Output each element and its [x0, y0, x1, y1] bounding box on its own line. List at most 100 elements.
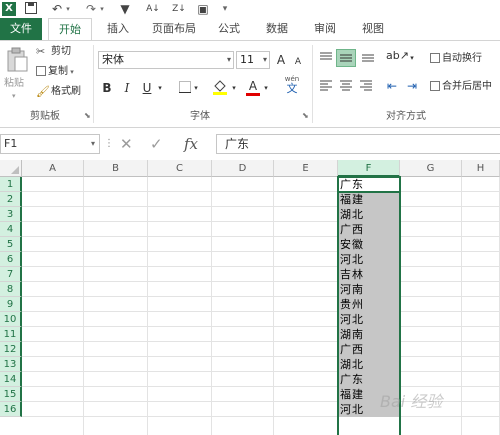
gridline-horizontal: [22, 191, 500, 192]
borders-button[interactable]: [178, 81, 192, 96]
align-top-icon[interactable]: [318, 51, 334, 66]
align-bottom-icon[interactable]: [360, 51, 376, 66]
increase-indent-icon[interactable]: ⇥: [404, 79, 420, 93]
wrap-text-button[interactable]: 自动换行: [430, 52, 482, 66]
ribbon-tabs: 文件 开始 插入 页面布局 公式 数据 审阅 视图: [0, 18, 500, 40]
borders-dropdown-icon[interactable]: ▾: [192, 81, 200, 95]
form-icon[interactable]: ▣: [196, 2, 210, 16]
row-header-9[interactable]: 9: [0, 297, 22, 312]
gridline-horizontal: [22, 386, 500, 387]
align-left-icon[interactable]: [318, 79, 334, 94]
row-header-5[interactable]: 5: [0, 237, 22, 252]
formula-input[interactable]: 广东: [216, 134, 500, 154]
row-header-7[interactable]: 7: [0, 267, 22, 282]
copy-label: 复制: [48, 66, 68, 77]
select-all-button[interactable]: [0, 160, 22, 177]
orientation-dropdown-icon[interactable]: ▾: [408, 51, 416, 65]
gridline-horizontal: [22, 221, 500, 222]
tab-formulas[interactable]: 公式: [208, 18, 250, 40]
orientation-icon[interactable]: ab↗: [386, 49, 409, 63]
phonetic-button[interactable]: wén 文: [280, 75, 304, 95]
column-header-h[interactable]: H: [462, 160, 500, 177]
font-color-button[interactable]: A: [246, 79, 260, 96]
gridline-vertical: [461, 177, 462, 435]
row-header-2[interactable]: 2: [0, 192, 22, 207]
excel-logo-icon: X: [2, 2, 16, 16]
fill-color-dropdown-icon[interactable]: ▾: [230, 81, 238, 95]
bold-button[interactable]: B: [100, 81, 114, 95]
tab-insert[interactable]: 插入: [98, 18, 138, 40]
underline-dropdown-icon[interactable]: ▾: [156, 81, 164, 95]
tab-data[interactable]: 数据: [256, 18, 298, 40]
column-header-f[interactable]: F: [338, 160, 400, 177]
row-header-15[interactable]: 15: [0, 387, 22, 402]
font-color-dropdown-icon[interactable]: ▾: [262, 81, 270, 95]
align-right-icon[interactable]: [358, 79, 374, 94]
clipboard-launcher-icon[interactable]: ⬊: [84, 111, 91, 120]
underline-button[interactable]: U: [140, 81, 154, 95]
tab-page-layout[interactable]: 页面布局: [144, 18, 204, 40]
gridline-horizontal: [22, 416, 500, 417]
chevron-down-icon: ▾: [226, 55, 231, 64]
column-header-c[interactable]: C: [148, 160, 212, 177]
filter-icon[interactable]: ▼: [118, 2, 132, 16]
tab-file[interactable]: 文件: [0, 18, 42, 40]
row-header-10[interactable]: 10: [0, 312, 22, 327]
enter-icon[interactable]: ✓: [150, 136, 163, 152]
row-header-13[interactable]: 13: [0, 357, 22, 372]
row-header-16[interactable]: 16: [0, 402, 22, 417]
row-header-4[interactable]: 4: [0, 222, 22, 237]
row-header-12[interactable]: 12: [0, 342, 22, 357]
quick-access-toolbar: X ↶ ▾ ↷ ▾ ▼ A↓ Z↓ ▣ ▾: [0, 0, 500, 18]
fill-color-button[interactable]: [212, 79, 228, 98]
more-dots-icon[interactable]: ⋮: [104, 136, 114, 152]
merge-cells-icon: [430, 81, 440, 91]
insert-function-icon[interactable]: fx: [184, 136, 198, 152]
undo-icon[interactable]: ↶: [50, 2, 64, 16]
font-launcher-icon[interactable]: ⬊: [302, 111, 309, 120]
align-center-icon[interactable]: [338, 79, 354, 94]
column-header-g[interactable]: G: [400, 160, 462, 177]
decrease-indent-icon[interactable]: ⇤: [384, 79, 400, 93]
column-header-a[interactable]: A: [22, 160, 84, 177]
grow-font-button[interactable]: A: [274, 53, 288, 67]
copy-button[interactable]: 复制 ▾: [36, 65, 74, 79]
gridline-horizontal: [22, 206, 500, 207]
customize-qat-icon[interactable]: ▾: [220, 2, 230, 16]
sort-ascending-icon[interactable]: A↓: [146, 2, 160, 16]
tab-home[interactable]: 开始: [48, 18, 92, 40]
wrap-text-label: 自动换行: [442, 53, 482, 64]
column-header-b[interactable]: B: [84, 160, 148, 177]
copy-icon: [36, 66, 46, 76]
merge-center-button[interactable]: 合并后居中: [430, 80, 492, 94]
paste-button[interactable]: 粘贴 ▾: [4, 45, 30, 100]
redo-icon[interactable]: ↷: [84, 2, 98, 16]
row-header-8[interactable]: 8: [0, 282, 22, 297]
italic-button[interactable]: I: [120, 81, 134, 95]
format-painter-button[interactable]: 🖌格式刷: [36, 85, 81, 99]
font-name-combo[interactable]: 宋体 ▾: [98, 51, 234, 69]
row-header-6[interactable]: 6: [0, 252, 22, 267]
active-cell-border: [337, 176, 401, 193]
scissors-icon: ✂: [36, 45, 46, 58]
column-header-e[interactable]: E: [274, 160, 338, 177]
save-icon[interactable]: [24, 2, 38, 16]
row-header-11[interactable]: 11: [0, 327, 22, 342]
undo-dropdown-icon[interactable]: ▾: [64, 2, 72, 16]
tab-review[interactable]: 审阅: [304, 18, 346, 40]
align-middle-icon[interactable]: [336, 49, 356, 67]
row-header-14[interactable]: 14: [0, 372, 22, 387]
name-box[interactable]: F1 ▾: [0, 134, 100, 154]
cut-button[interactable]: ✂ 剪切: [36, 45, 71, 59]
cancel-icon[interactable]: ✕: [120, 136, 133, 152]
shrink-font-button[interactable]: A: [292, 55, 304, 69]
redo-dropdown-icon[interactable]: ▾: [98, 2, 106, 16]
gridline-vertical: [211, 177, 212, 435]
gridline-horizontal: [22, 326, 500, 327]
tab-view[interactable]: 视图: [352, 18, 394, 40]
row-header-3[interactable]: 3: [0, 207, 22, 222]
row-header-1[interactable]: 1: [0, 177, 22, 192]
sort-descending-icon[interactable]: Z↓: [172, 2, 186, 16]
column-header-d[interactable]: D: [212, 160, 274, 177]
font-size-combo[interactable]: 11 ▾: [236, 51, 270, 69]
